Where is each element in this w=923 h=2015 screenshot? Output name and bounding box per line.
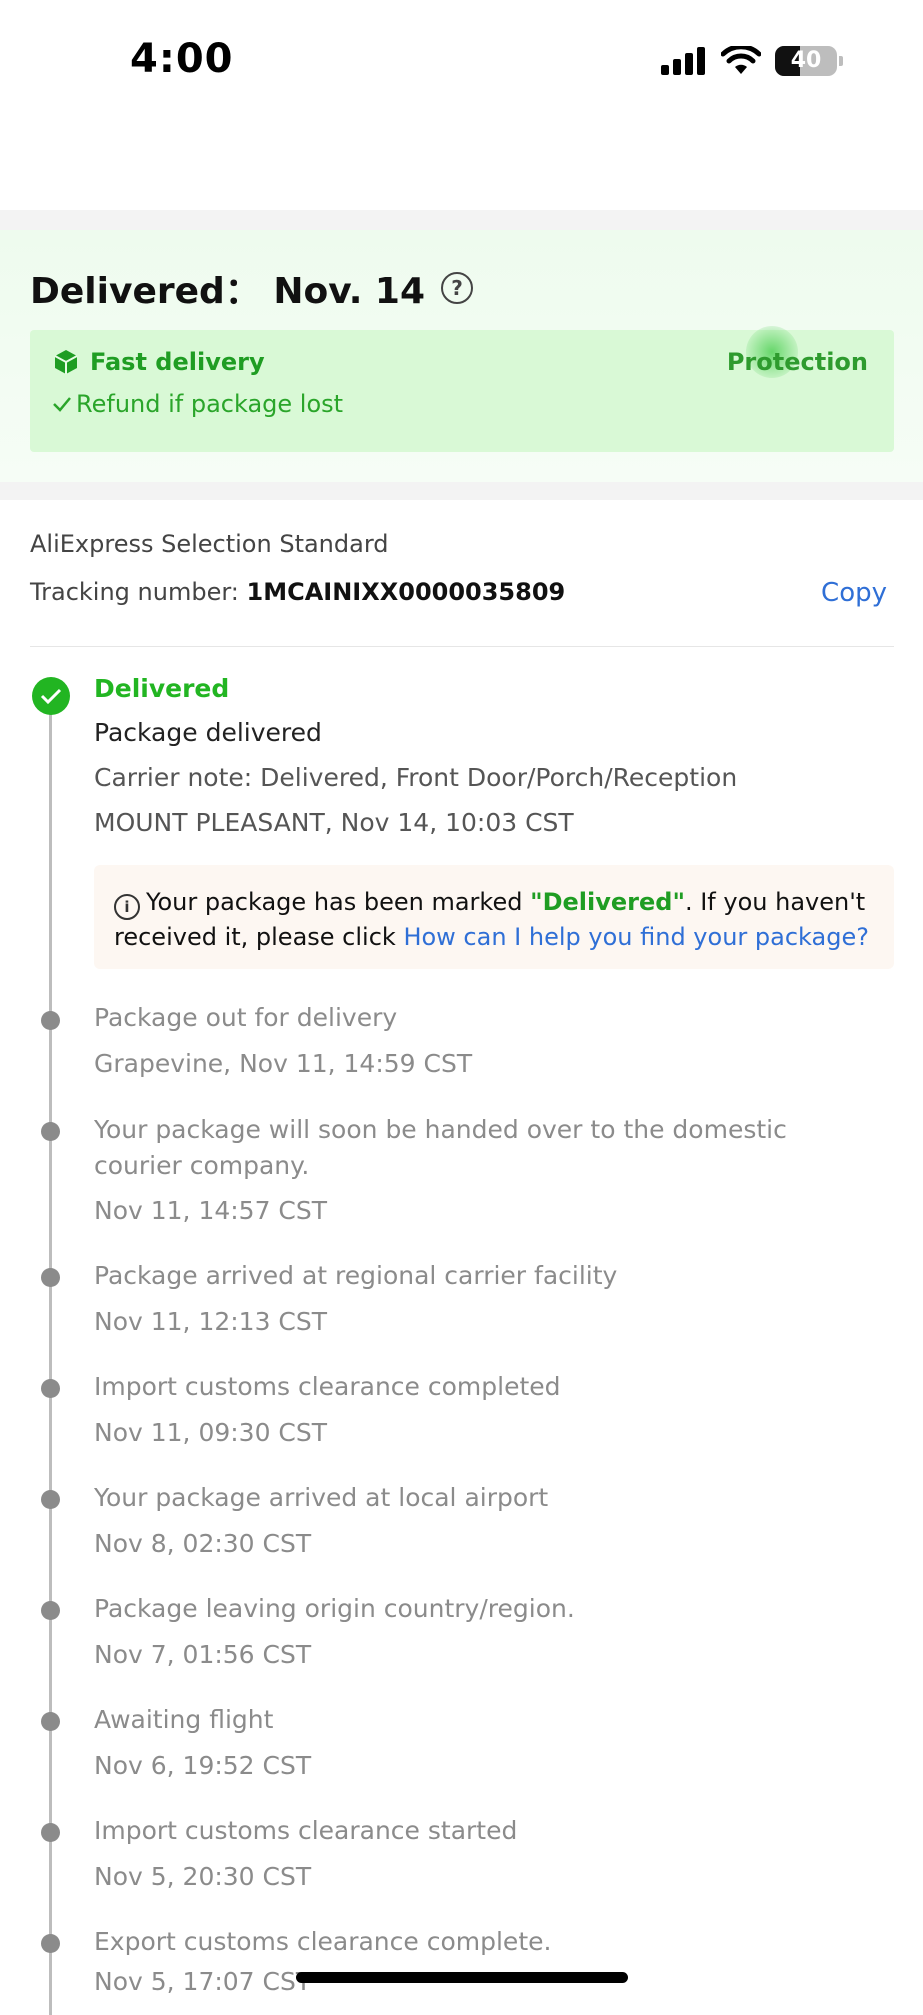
status-bar: 4:00 40 — [0, 0, 923, 125]
timeline-dot — [41, 1490, 60, 1509]
battery-level: 40 — [790, 48, 822, 73]
tracking-number: 1MCAINIXX0000035809 — [246, 578, 566, 606]
event-title: Your package arrived at local airport — [94, 1483, 549, 1512]
event-time: Nov 7, 01:56 CST — [94, 1640, 312, 1669]
fast-delivery-label: Fast delivery — [90, 348, 265, 376]
timeline-dot — [41, 1934, 60, 1953]
info-icon: i — [114, 894, 140, 920]
event-title: Your package will soon be handed over to… — [94, 1115, 787, 1180]
tracking-number-label: Tracking number: — [30, 578, 239, 606]
timeline-dot — [41, 1122, 60, 1141]
event-title: Package leaving origin country/region. — [94, 1594, 575, 1623]
latest-location-time: MOUNT PLEASANT, Nov 14, 10:03 CST — [94, 808, 574, 837]
copy-button[interactable]: Copy — [821, 578, 887, 608]
latest-event-title: Package delivered — [94, 718, 322, 747]
event-time: Nov 8, 02:30 CST — [94, 1529, 312, 1558]
status-icons: 40 — [661, 46, 843, 76]
event-time: Nov 6, 19:52 CST — [94, 1751, 312, 1780]
event-title: Import customs clearance started — [94, 1816, 518, 1845]
event-title: Import customs clearance completed — [94, 1372, 561, 1401]
wifi-icon — [721, 46, 761, 74]
event-time: Nov 5, 20:30 CST — [94, 1862, 312, 1891]
signal-icon — [661, 47, 705, 75]
delivered-check-icon — [32, 677, 70, 715]
section-separator — [0, 210, 923, 230]
timeline-dot — [41, 1823, 60, 1842]
event-title: Awaiting flight — [94, 1705, 274, 1734]
latest-carrier-note: Carrier note: Delivered, Front Door/Porc… — [94, 763, 738, 792]
section-separator — [0, 482, 923, 500]
event-time: Nov 11, 12:13 CST — [94, 1307, 328, 1336]
timeline-dot — [41, 1712, 60, 1731]
delivery-title-text: Delivered： Nov. 14 — [30, 271, 426, 312]
event-time: Nov 11, 14:57 CST — [94, 1196, 328, 1225]
event-time: Grapevine, Nov 11, 14:59 CST — [94, 1049, 473, 1078]
divider — [30, 646, 894, 647]
latest-status: Delivered — [94, 674, 230, 703]
protection-label: Protection — [726, 348, 868, 376]
find-package-link[interactable]: How can I help you find your package? — [403, 923, 869, 951]
timeline-line — [49, 695, 52, 2015]
battery-icon: 40 — [775, 46, 837, 76]
question-circle-icon[interactable]: ? — [441, 272, 474, 304]
event-title: Export customs clearance complete. — [94, 1927, 552, 1956]
timeline-dot — [41, 1601, 60, 1620]
event-title: Package out for delivery — [94, 1003, 398, 1032]
notice-text: i Your package has been marked "Delivered… — [114, 885, 874, 954]
fast-delivery-row: Fast delivery — [52, 348, 265, 376]
status-time: 4:00 — [130, 36, 234, 82]
refund-row: Refund if package lost — [52, 390, 343, 418]
checkmark-icon — [53, 397, 71, 412]
delivery-title: Delivered： Nov. 14 ? — [30, 262, 474, 314]
refund-label: Refund if package lost — [76, 390, 344, 418]
event-time: Nov 11, 09:30 CST — [94, 1418, 328, 1447]
notice-highlight: "Delivered" — [530, 888, 685, 916]
shipping-method: AliExpress Selection Standard — [30, 530, 389, 558]
event-title: Package arrived at regional carrier faci… — [94, 1261, 618, 1290]
timeline-dot — [41, 1379, 60, 1398]
delivery-notice: i Your package has been marked "Delivered… — [94, 865, 894, 969]
package-icon — [54, 350, 78, 374]
notice-prefix: Your package has been marked — [146, 888, 531, 916]
tracking-number-row: Tracking number: 1MCAINIXX0000035809 — [30, 578, 565, 606]
timeline-dot — [41, 1268, 60, 1287]
timeline-dot — [41, 1011, 60, 1030]
battery-nub — [839, 56, 843, 66]
protection-banner[interactable]: Fast delivery Refund if package lost Pro… — [30, 326, 894, 452]
home-indicator[interactable] — [296, 1972, 628, 1983]
